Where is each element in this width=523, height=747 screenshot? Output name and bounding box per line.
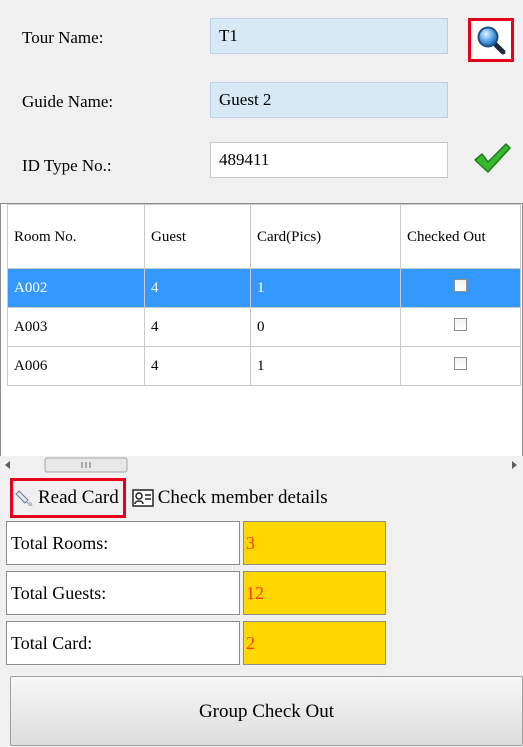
total-card-row: Total Card: 2 [6, 621, 386, 665]
rooms-grid: Room No. Guest Card(Pics) Checked Out A0… [0, 203, 523, 457]
checked-out-cell[interactable] [400, 307, 521, 347]
guide-name-label: Guide Name: [22, 92, 114, 111]
guide-name-field[interactable]: Guest 2 [210, 82, 448, 118]
grid-actions: Read Card Check member details [10, 478, 328, 518]
tour-name-field[interactable]: T1 [210, 18, 448, 54]
column-header-card[interactable]: Card(Pics) [250, 204, 401, 269]
total-rooms-label: Total Rooms: [6, 521, 240, 565]
read-card-button[interactable]: Read Card [10, 478, 126, 518]
total-rooms-row: Total Rooms: 3 [6, 521, 386, 565]
magnifier-icon [477, 26, 506, 55]
guest-cell[interactable]: 4 [144, 268, 251, 308]
total-guests-label: Total Guests: [6, 571, 240, 615]
column-header-guest[interactable]: Guest [144, 204, 251, 269]
search-tour-button[interactable] [468, 18, 514, 62]
total-guests-row: Total Guests: 12 [6, 571, 386, 615]
total-guests-value: 12 [243, 571, 386, 615]
guest-cell[interactable]: 4 [144, 346, 251, 386]
horizontal-scrollbar[interactable] [0, 456, 523, 474]
scroll-left-arrow-icon[interactable] [5, 461, 10, 469]
id-type-field[interactable]: 489411 [210, 142, 448, 178]
table-row[interactable]: A002 4 1 [7, 268, 521, 308]
total-rooms-value: 3 [243, 521, 386, 565]
check-member-details-button[interactable]: Check member details [131, 487, 328, 509]
total-card-label: Total Card: [6, 621, 240, 665]
table-row[interactable]: A003 4 0 [7, 307, 521, 347]
guest-cell[interactable]: 4 [144, 307, 251, 347]
checked-out-cell[interactable] [400, 346, 521, 386]
room-cell[interactable]: A006 [7, 346, 145, 386]
table-row[interactable]: A006 4 1 [7, 346, 521, 386]
checked-out-checkbox[interactable] [454, 357, 467, 370]
check-member-label: Check member details [157, 487, 328, 508]
read-card-label: Read Card [38, 487, 119, 508]
tour-name-label: Tour Name: [22, 28, 104, 47]
rooms-table: Room No. Guest Card(Pics) Checked Out A0… [7, 204, 521, 386]
column-header-room-no[interactable]: Room No. [7, 204, 145, 269]
checked-out-checkbox[interactable] [454, 318, 467, 331]
group-check-out-button[interactable]: Group Check Out [10, 676, 523, 746]
id-type-label: ID Type No.: [22, 156, 112, 175]
card-cell[interactable]: 1 [250, 268, 401, 308]
column-header-checked-out[interactable]: Checked Out [400, 204, 521, 269]
member-card-icon [131, 489, 154, 507]
checked-out-checkbox[interactable] [454, 279, 467, 292]
scroll-right-arrow-icon[interactable] [512, 461, 517, 469]
total-card-value: 2 [243, 621, 386, 665]
room-cell[interactable]: A003 [7, 307, 145, 347]
green-checkmark-icon [472, 140, 512, 181]
card-reader-icon [15, 490, 33, 506]
card-cell[interactable]: 0 [250, 307, 401, 347]
room-cell[interactable]: A002 [7, 268, 145, 308]
card-cell[interactable]: 1 [250, 346, 401, 386]
checked-out-cell[interactable] [400, 268, 521, 308]
